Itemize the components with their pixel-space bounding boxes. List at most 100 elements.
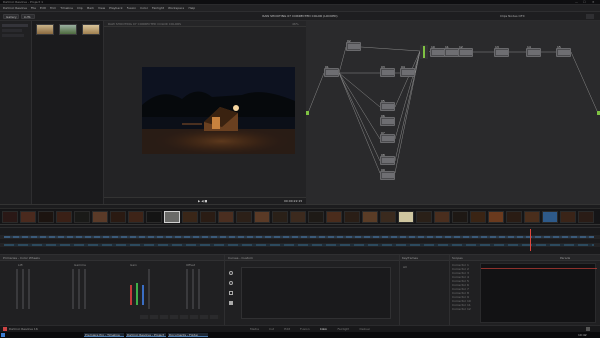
- menu-item[interactable]: Trim: [50, 5, 56, 12]
- page-tab-deliver[interactable]: Deliver: [359, 327, 370, 331]
- menu-icon[interactable]: [586, 14, 594, 19]
- close-button[interactable]: ✕: [592, 0, 595, 4]
- gallery-item[interactable]: [2, 34, 24, 37]
- clip-thumbnail[interactable]: [218, 211, 234, 223]
- node[interactable]: 13: [494, 45, 509, 57]
- clip-thumbnail[interactable]: [38, 211, 54, 223]
- menu-item[interactable]: File: [31, 5, 36, 12]
- node[interactable]: 05: [380, 99, 395, 111]
- clip-thumbnail[interactable]: [452, 211, 468, 223]
- still-thumbnail[interactable]: [59, 24, 77, 35]
- menu-item[interactable]: Help: [188, 5, 195, 12]
- menu-item[interactable]: Mark: [87, 5, 94, 12]
- qualifier-icon[interactable]: [229, 281, 233, 285]
- node[interactable]: 11: [444, 45, 459, 57]
- keyframe-filter[interactable]: All: [403, 265, 407, 269]
- lift-slider[interactable]: [28, 269, 30, 309]
- clip-thumbnail[interactable]: [92, 211, 108, 223]
- clip-thumbnail[interactable]: [470, 211, 486, 223]
- gamma-slider[interactable]: [72, 269, 74, 309]
- taskbar-item[interactable]: Premiere Pro - Timeline: [84, 333, 124, 337]
- menu-item[interactable]: Timeline: [60, 5, 73, 12]
- node[interactable]: 01: [324, 65, 339, 77]
- mini-timeline[interactable]: [0, 225, 600, 255]
- menu-item[interactable]: View: [98, 5, 105, 12]
- menu-item[interactable]: Edit: [40, 5, 46, 12]
- page-tab-edit[interactable]: Edit: [284, 327, 290, 331]
- curve-graph[interactable]: [241, 267, 391, 319]
- curve-tool-icon[interactable]: [229, 271, 233, 275]
- menu-item[interactable]: Color: [140, 5, 148, 12]
- clip-thumbnail[interactable]: [2, 211, 18, 223]
- maximize-button[interactable]: ☐: [583, 0, 586, 4]
- menu-item[interactable]: Fairlight: [152, 5, 164, 12]
- gamma-slider[interactable]: [78, 269, 80, 309]
- node[interactable]: 10: [430, 45, 445, 57]
- clip-thumbnail[interactable]: [344, 211, 360, 223]
- clip-thumbnail[interactable]: [254, 211, 270, 223]
- clip-thumbnail[interactable]: [578, 211, 594, 223]
- page-tab-color[interactable]: Color: [320, 327, 328, 331]
- taskbar-item[interactable]: DaVinci Resolve - Project: [126, 333, 166, 337]
- node[interactable]: 06: [380, 114, 395, 126]
- page-tab-media[interactable]: Media: [250, 327, 259, 331]
- node[interactable]: 02: [346, 39, 361, 51]
- node[interactable]: 03: [380, 65, 395, 77]
- offset-slider[interactable]: [198, 269, 200, 309]
- gain-slider[interactable]: [148, 269, 150, 309]
- clip-thumbnail[interactable]: [290, 211, 306, 223]
- clip-thumbnail[interactable]: [20, 211, 36, 223]
- clip-thumbnail-selected[interactable]: [164, 211, 180, 223]
- toolbar-right-tabs[interactable]: Clips Nodes OFX: [500, 14, 525, 18]
- list-item[interactable]: Corrector 12: [452, 307, 476, 311]
- page-tab-fusion[interactable]: Fusion: [300, 327, 310, 331]
- menu-item[interactable]: Fusion: [127, 5, 137, 12]
- lift-slider[interactable]: [16, 269, 18, 309]
- wheel-controls-row[interactable]: [140, 315, 220, 319]
- clip-thumbnail[interactable]: [182, 211, 198, 223]
- start-icon[interactable]: [1, 333, 5, 337]
- clip-thumbnail[interactable]: [398, 211, 414, 223]
- node[interactable]: 15: [556, 45, 571, 57]
- gain-blue-slider[interactable]: [142, 285, 144, 305]
- menu-item[interactable]: DaVinci Resolve: [3, 5, 27, 12]
- clip-thumbnail[interactable]: [416, 211, 432, 223]
- node-editor[interactable]: 01 02 03 04 05 06 07 08 09 10 11 12 13 1…: [306, 21, 600, 204]
- window-icon[interactable]: [229, 291, 233, 295]
- lift-slider[interactable]: [22, 269, 24, 309]
- luts-button[interactable]: LUTs: [21, 14, 35, 19]
- input-node[interactable]: [306, 111, 309, 115]
- clip-thumbnail[interactable]: [56, 211, 72, 223]
- gallery-item[interactable]: [2, 24, 28, 27]
- gain-green-slider[interactable]: [136, 283, 138, 305]
- clip-thumbnail[interactable]: [146, 211, 162, 223]
- node-mixer[interactable]: [420, 45, 428, 59]
- gallery-button[interactable]: Gallery: [3, 14, 19, 19]
- scope-mode[interactable]: Parade: [560, 256, 570, 260]
- play-icon[interactable]: ▶ ◀ ■: [198, 199, 207, 203]
- node[interactable]: 04: [400, 65, 415, 77]
- still-thumbnail[interactable]: [36, 24, 54, 35]
- viewer-frame[interactable]: [142, 67, 295, 154]
- clip-thumbnail[interactable]: [110, 211, 126, 223]
- node[interactable]: 07: [380, 131, 395, 143]
- node[interactable]: 12: [458, 45, 473, 57]
- clip-thumbnail[interactable]: [308, 211, 324, 223]
- page-tab-fairlight[interactable]: Fairlight: [337, 327, 349, 331]
- clip-thumbnail[interactable]: [362, 211, 378, 223]
- clip-thumbnail[interactable]: [74, 211, 90, 223]
- zoom-level[interactable]: 46%: [292, 22, 299, 26]
- clip-thumbnail[interactable]: [236, 211, 252, 223]
- menu-item[interactable]: Workspace: [168, 5, 184, 12]
- gamma-slider[interactable]: [84, 269, 86, 309]
- offset-slider[interactable]: [192, 269, 194, 309]
- taskbar-item[interactable]: Documents - Folder: [168, 333, 208, 337]
- clip-thumbnail[interactable]: [488, 211, 504, 223]
- tracker-icon[interactable]: [229, 301, 233, 305]
- gallery-item[interactable]: [2, 29, 22, 32]
- still-thumbnail[interactable]: [82, 24, 100, 35]
- clip-thumbnail[interactable]: [272, 211, 288, 223]
- playhead[interactable]: [530, 229, 531, 251]
- clip-thumbnail[interactable]: [380, 211, 396, 223]
- clip-thumbnail[interactable]: [434, 211, 450, 223]
